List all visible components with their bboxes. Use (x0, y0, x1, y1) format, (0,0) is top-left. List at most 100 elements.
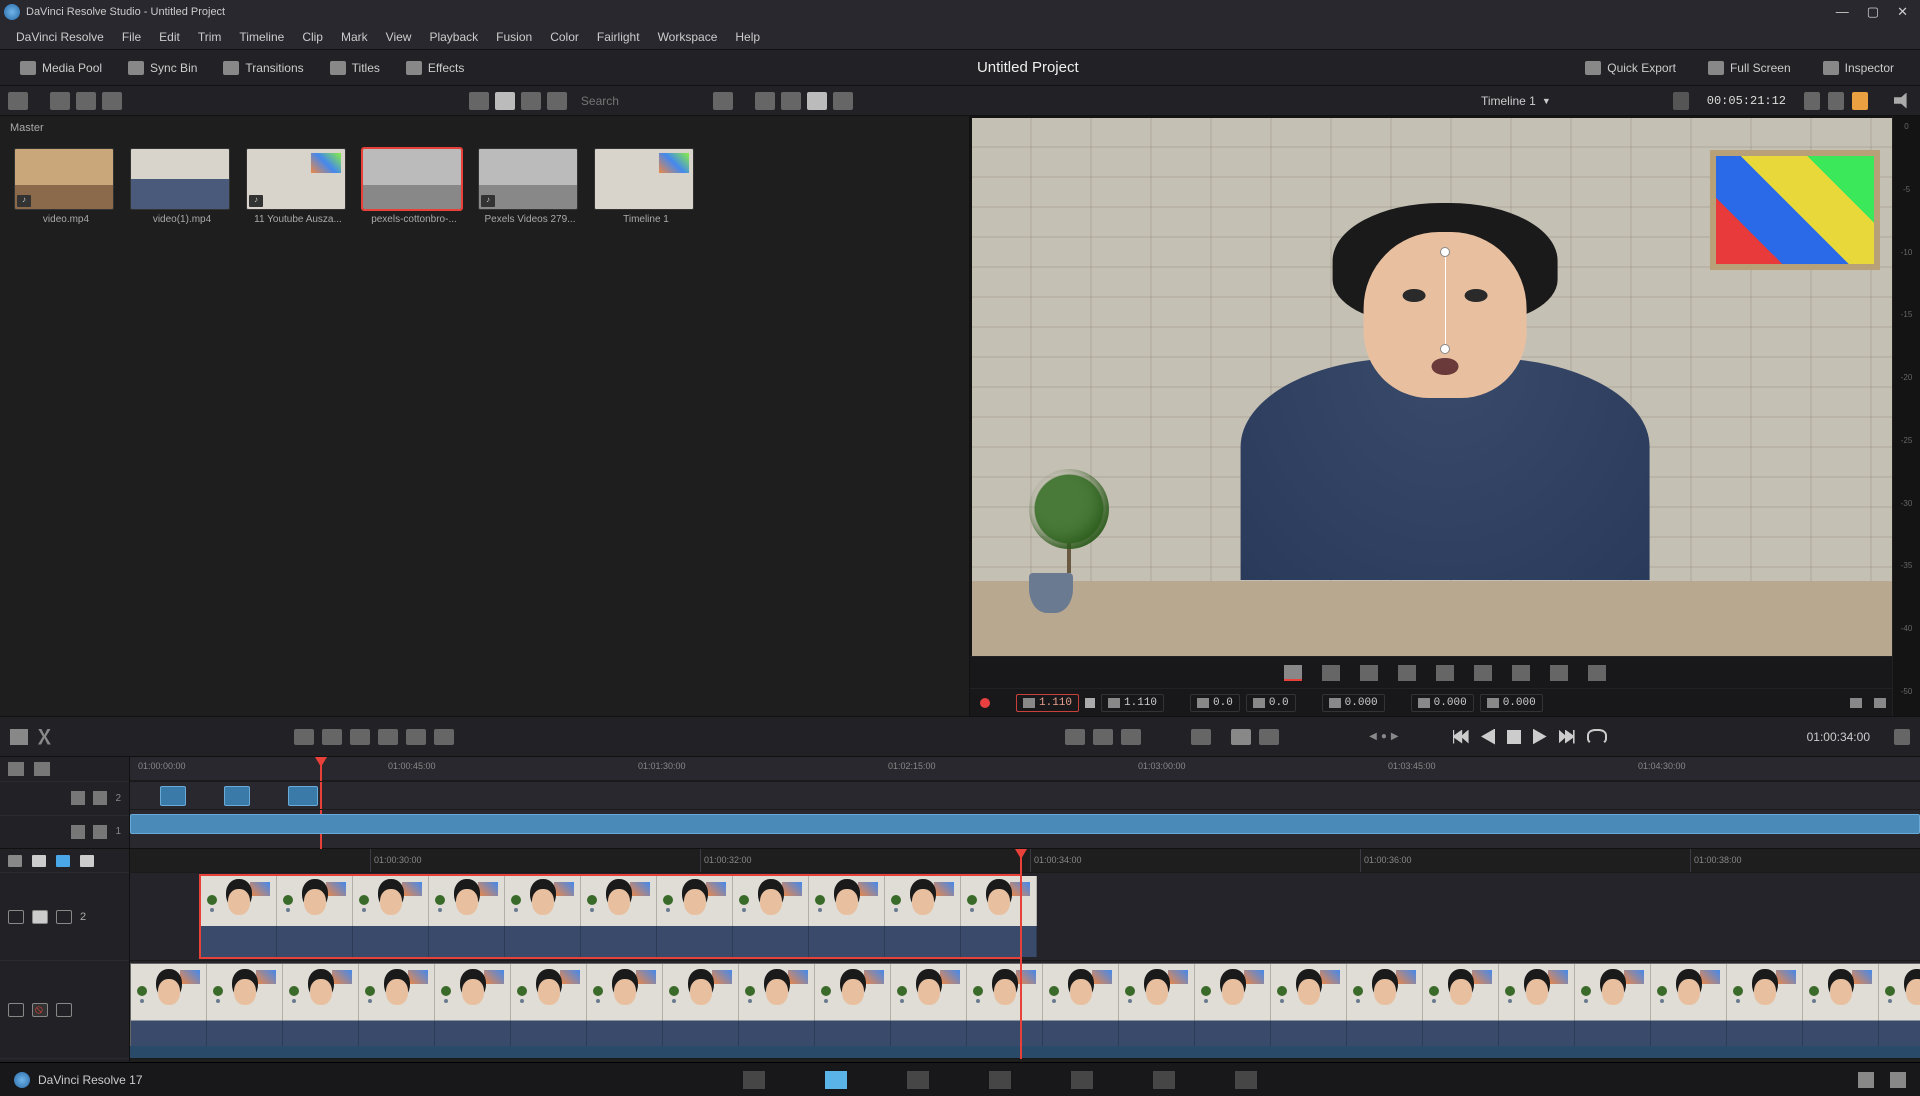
prev-marker-icon[interactable]: ◀ (1369, 731, 1377, 742)
zoom-lock-icon[interactable] (1085, 698, 1095, 708)
flag-tool-icon[interactable] (56, 855, 70, 867)
audio-icon[interactable] (1588, 665, 1606, 681)
pos-y-field[interactable]: 0.0 (1246, 694, 1296, 712)
loop-button[interactable] (1587, 729, 1607, 745)
transform-handle-center[interactable] (1440, 344, 1450, 354)
menu-view[interactable]: View (378, 27, 420, 47)
menu-timeline[interactable]: Timeline (231, 27, 292, 47)
menu-davinci[interactable]: DaVinci Resolve (8, 27, 112, 47)
track-v1-controls[interactable] (71, 825, 85, 839)
pos-x-field[interactable]: 0.0 (1190, 694, 1240, 712)
menu-clip[interactable]: Clip (294, 27, 331, 47)
sort-button[interactable] (713, 92, 733, 110)
video-track-1[interactable] (130, 961, 1920, 1059)
play-reverse-button[interactable] (1481, 729, 1495, 745)
transform-handle-top[interactable] (1440, 247, 1450, 257)
stop-button[interactable] (1507, 730, 1521, 744)
effects-button[interactable]: Effects (396, 57, 474, 79)
bypass-fx-button[interactable] (1804, 92, 1820, 110)
boring-detector-icon[interactable] (10, 729, 28, 745)
overview-clip-v2-2[interactable] (224, 786, 250, 806)
menu-color[interactable]: Color (542, 27, 587, 47)
lock-icon[interactable] (8, 910, 24, 924)
media-clip-4[interactable]: ♪Pexels Videos 279... (478, 148, 582, 225)
detailed-playhead[interactable] (1020, 849, 1022, 1059)
play-button[interactable] (1533, 729, 1547, 745)
track-visible-icon[interactable] (56, 910, 72, 924)
track-enable-icon[interactable] (32, 910, 48, 924)
close-button[interactable]: ✕ (1897, 4, 1908, 20)
media-clip-3[interactable]: pexels-cottonbro-... (362, 148, 466, 225)
inspector-button[interactable]: Inspector (1813, 57, 1904, 79)
overview-clip-v2-3[interactable] (288, 786, 318, 806)
viewer-timecode[interactable]: 00:05:21:12 (1707, 94, 1786, 108)
menu-trim[interactable]: Trim (190, 27, 230, 47)
overview-ruler[interactable]: 01:00:00:0001:00:45:0001:01:30:0001:02:1… (130, 757, 1920, 781)
list-view-button[interactable] (521, 92, 541, 110)
import-menu-button[interactable] (8, 92, 28, 110)
minimize-button[interactable]: — (1836, 4, 1849, 20)
tools-icon-1[interactable] (1065, 729, 1085, 745)
lens-correction-icon[interactable] (1436, 665, 1454, 681)
sync-bin-button[interactable]: Sync Bin (118, 57, 207, 79)
stabilize-icon[interactable] (1398, 665, 1416, 681)
flip-h-icon[interactable] (1850, 698, 1862, 708)
extra-tool-icon[interactable] (80, 855, 94, 867)
source-overwrite-icon[interactable] (434, 729, 454, 745)
speed-icon[interactable] (1512, 665, 1530, 681)
color-icon[interactable] (1550, 665, 1568, 681)
place-on-top-icon[interactable] (406, 729, 426, 745)
transition-icon[interactable] (1191, 729, 1211, 745)
media-clip-5[interactable]: Timeline 1 (594, 148, 698, 225)
transitions-button[interactable]: Transitions (213, 57, 313, 79)
dynamic-zoom-icon[interactable] (1360, 665, 1378, 681)
speaker-icon[interactable] (1894, 93, 1912, 109)
transform-tool-icon[interactable] (1284, 665, 1302, 681)
composite-icon[interactable] (1474, 665, 1492, 681)
menu-edit[interactable]: Edit (151, 27, 188, 47)
bin-path[interactable]: Master (0, 116, 969, 140)
mute-icon[interactable]: ⦸ (32, 1003, 48, 1017)
jump-end-button[interactable] (1559, 730, 1575, 744)
view-option-2[interactable] (1259, 729, 1279, 745)
ripple-overwrite-icon[interactable] (350, 729, 370, 745)
video-track-1-header[interactable]: ⦸ (0, 961, 129, 1059)
track-header-tool-1[interactable] (8, 762, 24, 776)
viewer-options-2[interactable] (1852, 92, 1868, 110)
timeline-options-icon[interactable] (1894, 729, 1910, 745)
viewer-options-button[interactable] (833, 92, 853, 110)
close-up-icon[interactable] (378, 729, 398, 745)
marker-tool-icon[interactable] (32, 855, 46, 867)
chevron-down-icon[interactable]: ▼ (1542, 96, 1551, 106)
strip-view-button[interactable] (469, 92, 489, 110)
thumbnail-view-button[interactable] (495, 92, 515, 110)
view-option-1[interactable] (1231, 729, 1251, 745)
timeline-name-label[interactable]: Timeline 1 (1481, 94, 1536, 108)
split-clip-icon[interactable] (38, 729, 54, 745)
video-track-2-header[interactable]: 2 (0, 873, 129, 961)
clip-v1[interactable] (130, 963, 1920, 1056)
media-clip-2[interactable]: ♪11 Youtube Ausza... (246, 148, 350, 225)
metadata-view-button[interactable] (547, 92, 567, 110)
menu-workspace[interactable]: Workspace (650, 27, 726, 47)
media-pool-button[interactable]: Media Pool (10, 57, 112, 79)
flip-v-icon[interactable] (1874, 698, 1886, 708)
quick-export-button[interactable]: Quick Export (1575, 57, 1686, 79)
smart-insert-icon[interactable] (294, 729, 314, 745)
overview-clip-v2-1[interactable] (160, 786, 186, 806)
bin-view-icon-2[interactable] (76, 92, 96, 110)
timeline-viewer[interactable] (972, 118, 1918, 656)
tools-icon-3[interactable] (1121, 729, 1141, 745)
viewer-mode-2[interactable] (781, 92, 801, 110)
viewer-mode-1[interactable] (755, 92, 775, 110)
refresh-icon[interactable] (102, 92, 122, 110)
record-timecode[interactable]: 01:00:34:00 (1807, 730, 1870, 744)
track-v2-controls[interactable] (71, 791, 85, 805)
zoom-x-field[interactable]: 1.110 (1016, 694, 1079, 712)
track-header-tool-2[interactable] (34, 762, 50, 776)
rotation-field[interactable]: 0.000 (1322, 694, 1385, 712)
overview-clip-v1[interactable] (130, 814, 1920, 834)
titles-button[interactable]: Titles (320, 57, 390, 79)
append-icon[interactable] (322, 729, 342, 745)
full-screen-button[interactable]: Full Screen (1698, 57, 1801, 79)
